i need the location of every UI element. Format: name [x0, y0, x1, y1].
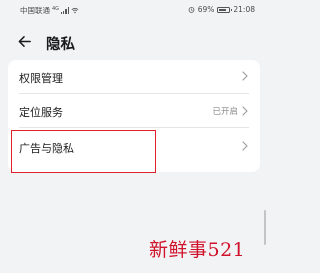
carrier-name: 中国联通	[20, 6, 50, 15]
chevron-right-icon	[242, 141, 248, 151]
settings-item-permissions[interactable]: 权限管理	[8, 60, 260, 94]
settings-item-trailing: 已开启	[212, 105, 248, 117]
settings-item-label: 定位服务	[19, 106, 63, 119]
back-button[interactable]	[12, 29, 36, 53]
status-left: 中国联通 4G	[20, 5, 79, 16]
chevron-right-icon	[242, 71, 248, 81]
page-title: 隐私	[46, 37, 75, 53]
battery-fill	[219, 8, 226, 11]
settings-item-location[interactable]: 定位服务 已开启	[8, 94, 260, 128]
settings-item-label: 广告与隐私	[19, 142, 74, 155]
scrollbar[interactable]	[264, 210, 266, 245]
settings-item-trailing	[242, 141, 248, 151]
network-type: 4G	[52, 5, 60, 12]
clock-time: 21:08	[233, 5, 255, 14]
settings-item-label: 权限管理	[19, 72, 63, 85]
alarm-icon	[188, 7, 195, 13]
status-bar: 中国联通 4G 69% 21:08	[0, 0, 268, 18]
arrow-left-icon	[18, 35, 31, 47]
battery-percent: 69%	[197, 5, 215, 14]
settings-item-value: 已开启	[212, 107, 238, 117]
chevron-right-icon	[242, 106, 248, 116]
settings-list: 权限管理 定位服务 已开启 广告与隐私	[8, 60, 260, 172]
settings-item-trailing	[242, 71, 248, 81]
wifi-icon	[71, 7, 79, 14]
watermark-text: 新鲜事521	[149, 239, 246, 261]
status-right: 69% 21:08	[188, 5, 255, 14]
settings-item-ads-privacy[interactable]: 广告与隐私	[8, 128, 260, 172]
app-header: 隐私	[0, 27, 268, 57]
battery-icon	[217, 6, 233, 13]
signal-icon	[61, 7, 69, 14]
